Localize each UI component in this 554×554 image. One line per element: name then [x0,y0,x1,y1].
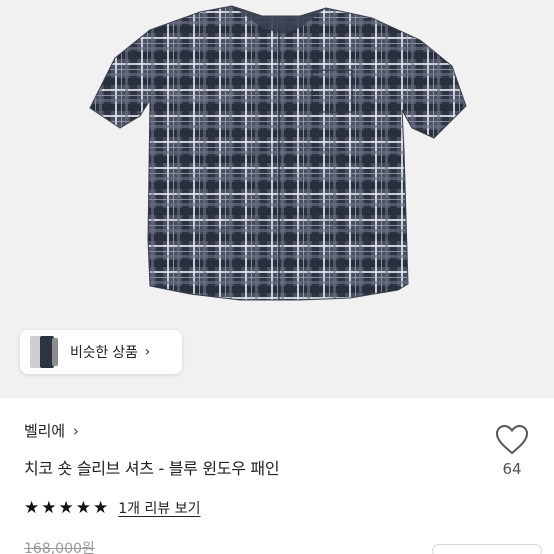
similar-products-label: 비슷한 상품 [70,345,138,361]
original-price: 168,000원 [24,541,95,554]
chevron-right-icon: › [144,344,151,360]
rating-row: ★ ★ ★ ★ ★ 1개 리뷰 보기 [24,498,200,518]
like-button[interactable]: 64 [492,424,532,478]
star-icon: ★ [75,497,91,518]
product-image[interactable]: 비슷한 상품 › [0,0,554,398]
product-title: 치코 숏 슬리브 셔츠 - 블루 윈도우 패인 [24,459,280,478]
chevron-right-icon: › [72,421,79,440]
review-link[interactable]: 1개 리뷰 보기 [118,498,200,518]
heart-icon [495,424,529,455]
star-icon: ★ [41,497,57,518]
star-icon: ★ [24,497,40,518]
star-icon: ★ [58,497,74,518]
like-count: 64 [502,460,522,478]
product-page: 비슷한 상품 › 벨리에 › 치코 숏 슬리브 셔츠 - 블루 윈도우 패인 6… [0,0,554,554]
star-rating: ★ ★ ★ ★ ★ [24,497,109,518]
brand-name: 벨리에 [24,422,65,440]
star-icon: ★ [93,497,109,518]
similar-products-button[interactable]: 비슷한 상품 › [20,330,182,374]
coupon-button[interactable] [432,544,542,554]
similar-products-thumbnail [24,330,64,374]
brand-link[interactable]: 벨리에 › [24,420,79,441]
